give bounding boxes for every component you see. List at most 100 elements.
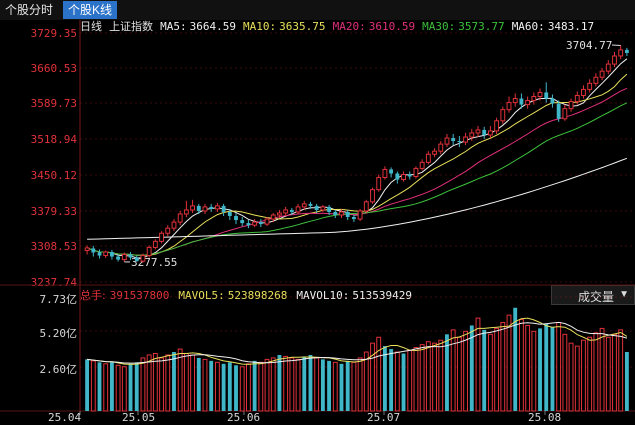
candle-body-up (568, 101, 574, 110)
volume-bar-up (425, 341, 431, 412)
volume-bar-up (568, 342, 574, 412)
volume-bar-up (413, 347, 419, 412)
candle-body-up (84, 247, 90, 251)
volume-bar-up (270, 357, 276, 412)
volume-bar-up (419, 344, 425, 412)
candle-body-up (295, 206, 301, 213)
price-tick: 3450.12 (30, 169, 77, 182)
candle-body-up (605, 63, 611, 72)
candle-body-up (264, 218, 270, 225)
price-tick: 3308.53 (30, 240, 77, 253)
tab-kline[interactable]: 个股K线 (63, 1, 118, 19)
volume-bar-up (518, 319, 524, 412)
mavol5-line (87, 317, 628, 365)
candle-body-down (389, 169, 394, 174)
volume-bar-up (432, 342, 437, 412)
candle-body-up (165, 227, 171, 234)
volume-bar-down (209, 360, 214, 411)
volume-bars (85, 307, 629, 412)
volume-bar-up (605, 336, 611, 412)
price-tick: 3518.94 (30, 133, 77, 146)
mavol10-line (87, 321, 628, 364)
candle-body-up (376, 177, 382, 191)
kline-chart[interactable] (0, 0, 635, 425)
ma-legend: 日线 上证指数 MA5: 3664.59 MA10: 3635.75 MA20: 36… (80, 20, 594, 34)
index-name: 上证指数 (109, 20, 154, 33)
candle-body-up (494, 120, 500, 132)
volume-bar-up (394, 351, 400, 412)
candle-body-up (357, 210, 363, 220)
candle-body-down (240, 220, 245, 224)
price-tick: 3237.74 (30, 276, 77, 289)
candle-body-up (401, 173, 406, 181)
total-volume-label: 总手: (80, 289, 106, 302)
candle-body-down (227, 211, 232, 217)
candles (84, 45, 629, 263)
candle-body-down (333, 211, 338, 216)
volume-tick: 5.20亿 (39, 327, 78, 340)
ma30-label: MA30: (422, 20, 456, 33)
ma60-line (87, 157, 628, 240)
volume-bar-up (90, 360, 96, 412)
candle-body-up (525, 100, 531, 106)
tab-intraday[interactable]: 个股分时 (0, 1, 58, 19)
moving-average-lines (86, 58, 628, 259)
volume-bar-up (283, 355, 289, 412)
candle-body-down (457, 141, 462, 143)
volume-ma-lines (87, 317, 628, 365)
volume-bar-up (121, 366, 127, 412)
high-price-annotation: 3704.77 (566, 39, 613, 52)
candle-body-down (314, 205, 319, 210)
candle-body-up (612, 55, 617, 65)
candle-body-up (425, 153, 431, 163)
candle-body-up (382, 168, 388, 179)
candle-body-up (581, 88, 586, 96)
candle-body-up (500, 109, 506, 122)
candle-body-down (544, 92, 549, 99)
ma30-line (86, 102, 628, 256)
volume-bar-down (624, 352, 629, 411)
annotation-lines (124, 44, 621, 263)
volume-bar-up (214, 361, 220, 412)
volume-bar-down (109, 362, 114, 411)
candle-body-down (395, 173, 400, 180)
volume-bar-up (357, 357, 363, 412)
volume-bar-up (618, 329, 624, 412)
candle-body-down (519, 98, 524, 105)
mavol5-value: 523898268 (227, 289, 288, 302)
price-tick: 3660.53 (30, 62, 77, 75)
volume-bar-down (345, 360, 350, 411)
volume-bar-up (264, 358, 270, 412)
volume-bar-up (245, 363, 251, 412)
volume-bar-up (363, 351, 369, 412)
volume-tick: 7.73亿 (39, 293, 78, 306)
volume-bar-down (97, 362, 102, 411)
candle-body-up (370, 189, 375, 203)
volume-bar-up (525, 324, 531, 412)
volume-bar-up (202, 358, 208, 412)
mavol10-label: MAVOL10: (296, 289, 350, 302)
indicator-select[interactable]: 成交量 ▼ (551, 285, 635, 305)
volume-bar-up (587, 336, 593, 412)
volume-bar-up (332, 361, 338, 412)
candle-body-up (146, 246, 152, 257)
candle-body-up (444, 137, 450, 145)
volume-bar-down (172, 352, 176, 411)
candle-body-down (407, 174, 412, 177)
candle-body-down (327, 206, 332, 212)
candle-body-down (556, 103, 561, 119)
chevron-down-icon: ▼ (619, 289, 629, 300)
volume-bar-down (538, 328, 542, 411)
indicator-select-label: 成交量 (578, 290, 615, 304)
volume-bar-down (277, 354, 282, 411)
candle-body-up (177, 213, 183, 223)
candle-body-down (624, 49, 629, 53)
candle-body-up (103, 251, 109, 257)
ma10-line (86, 73, 628, 256)
candle-body-up (475, 129, 481, 134)
ma5-label: MA5: (160, 20, 187, 33)
volume-bar-up (239, 366, 245, 412)
candle-body-up (463, 136, 469, 143)
candle-body-up (438, 143, 444, 152)
candle-body-down (289, 209, 294, 212)
